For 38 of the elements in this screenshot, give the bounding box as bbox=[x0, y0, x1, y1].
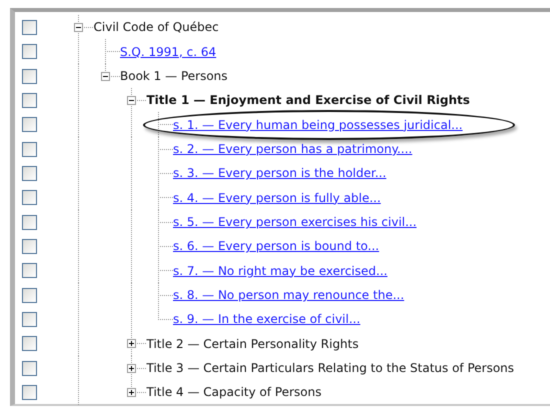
tree-link[interactable]: s. 6. — Every person is bound to... bbox=[173, 239, 380, 254]
checkbox[interactable] bbox=[22, 312, 37, 328]
tree-item[interactable]: Title 2 — Certain Personality Rights bbox=[146, 336, 359, 351]
tree-link[interactable]: s. 4. — Every person is fully able... bbox=[173, 190, 381, 205]
checkbox[interactable] bbox=[22, 385, 37, 400]
checkbox[interactable] bbox=[22, 360, 37, 376]
tree-link[interactable]: s. 8. — No person may renounce the... bbox=[173, 288, 404, 302]
collapse-icon[interactable] bbox=[100, 72, 110, 81]
checkbox[interactable] bbox=[22, 239, 37, 254]
checkbox[interactable] bbox=[22, 288, 37, 303]
tree-item[interactable]: Civil Code of Québec bbox=[94, 20, 219, 34]
tree-link[interactable]: s. 9. — In the exercise of civil... bbox=[173, 312, 360, 326]
expand-icon[interactable] bbox=[127, 364, 136, 373]
checkbox[interactable] bbox=[22, 142, 37, 157]
tree-item[interactable]: Book 1 — Persons bbox=[120, 68, 228, 83]
checkbox[interactable] bbox=[22, 166, 37, 182]
checkbox[interactable] bbox=[22, 20, 37, 35]
checkbox[interactable] bbox=[22, 336, 37, 352]
checkbox[interactable] bbox=[22, 263, 37, 278]
tree-link[interactable]: s. 3. — Every person is the holder... bbox=[173, 166, 386, 180]
checkbox[interactable] bbox=[22, 117, 37, 132]
checkbox[interactable] bbox=[22, 214, 37, 230]
tree-item[interactable]: Title 3 — Certain Particulars Relating to the Status of Persons bbox=[146, 360, 514, 375]
tree-link[interactable]: s. 5. — Every person exercises his civil... bbox=[173, 214, 417, 229]
checkbox[interactable] bbox=[22, 190, 37, 206]
checkbox[interactable] bbox=[22, 93, 37, 108]
tree-link[interactable]: s. 2. — Every person has a patrimony.... bbox=[173, 142, 412, 156]
collapse-icon[interactable] bbox=[74, 23, 83, 32]
tree-link[interactable]: s. 1. — Every human being possesses juridical... bbox=[173, 118, 463, 132]
checkbox[interactable] bbox=[22, 44, 37, 60]
tree-item[interactable]: Title 4 — Capacity of Persons bbox=[146, 385, 322, 400]
checkbox[interactable] bbox=[22, 68, 37, 84]
tree-link[interactable]: s. 7. — No right may be exercised... bbox=[173, 264, 388, 278]
expand-icon[interactable] bbox=[127, 339, 136, 348]
collapse-icon[interactable] bbox=[127, 96, 136, 106]
expand-icon[interactable] bbox=[127, 388, 136, 398]
tree-item[interactable]: Title 1 — Enjoyment and Exercise of Civil Rights bbox=[146, 93, 470, 108]
tree-link[interactable]: S.Q. 1991, c. 64 bbox=[120, 44, 216, 59]
